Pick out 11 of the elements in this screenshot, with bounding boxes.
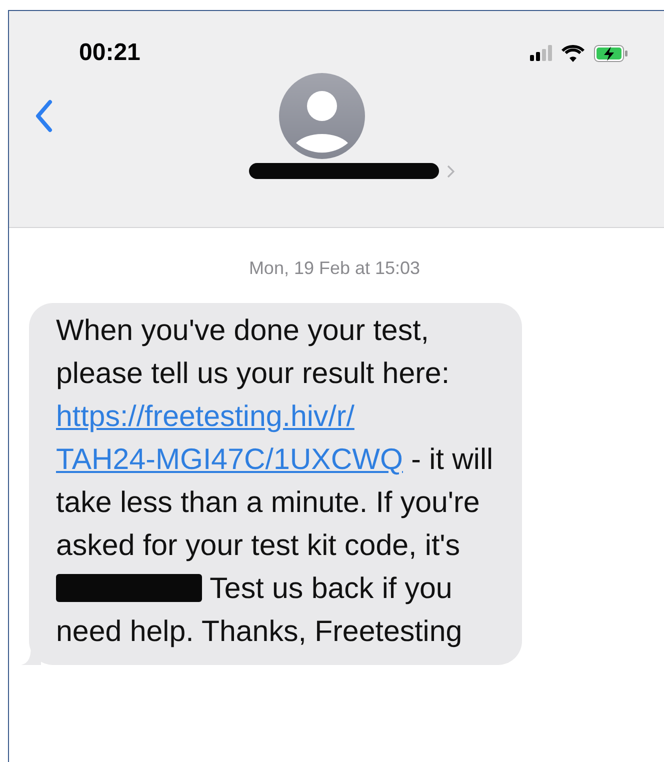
message-timestamp: Mon, 19 Feb at 15:03: [248, 258, 422, 279]
message-link[interactable]: https://freetesting.hiv/r/: [56, 395, 354, 438]
back-button[interactable]: [35, 99, 53, 133]
status-time: 00:21: [79, 39, 140, 67]
message-link[interactable]: TAH24-MGI47C/1UXCWQ: [56, 438, 403, 481]
message-text: When you've done your test, please tell us your result here: https://freetesting.hiv/r/ TAH24-MGI47C/1UXCWQ - it will take less than a minute. If you're asked for your test kit code, it's Test us back if you need help. Thanks, Freetesting: [56, 314, 494, 648]
signal-icon: [530, 45, 552, 61]
wifi-icon: [561, 44, 585, 62]
chevron-icon[interactable]: [446, 164, 454, 178]
contact-avatar-icon[interactable]: [279, 73, 365, 159]
battery-charging-icon: [594, 44, 628, 62]
